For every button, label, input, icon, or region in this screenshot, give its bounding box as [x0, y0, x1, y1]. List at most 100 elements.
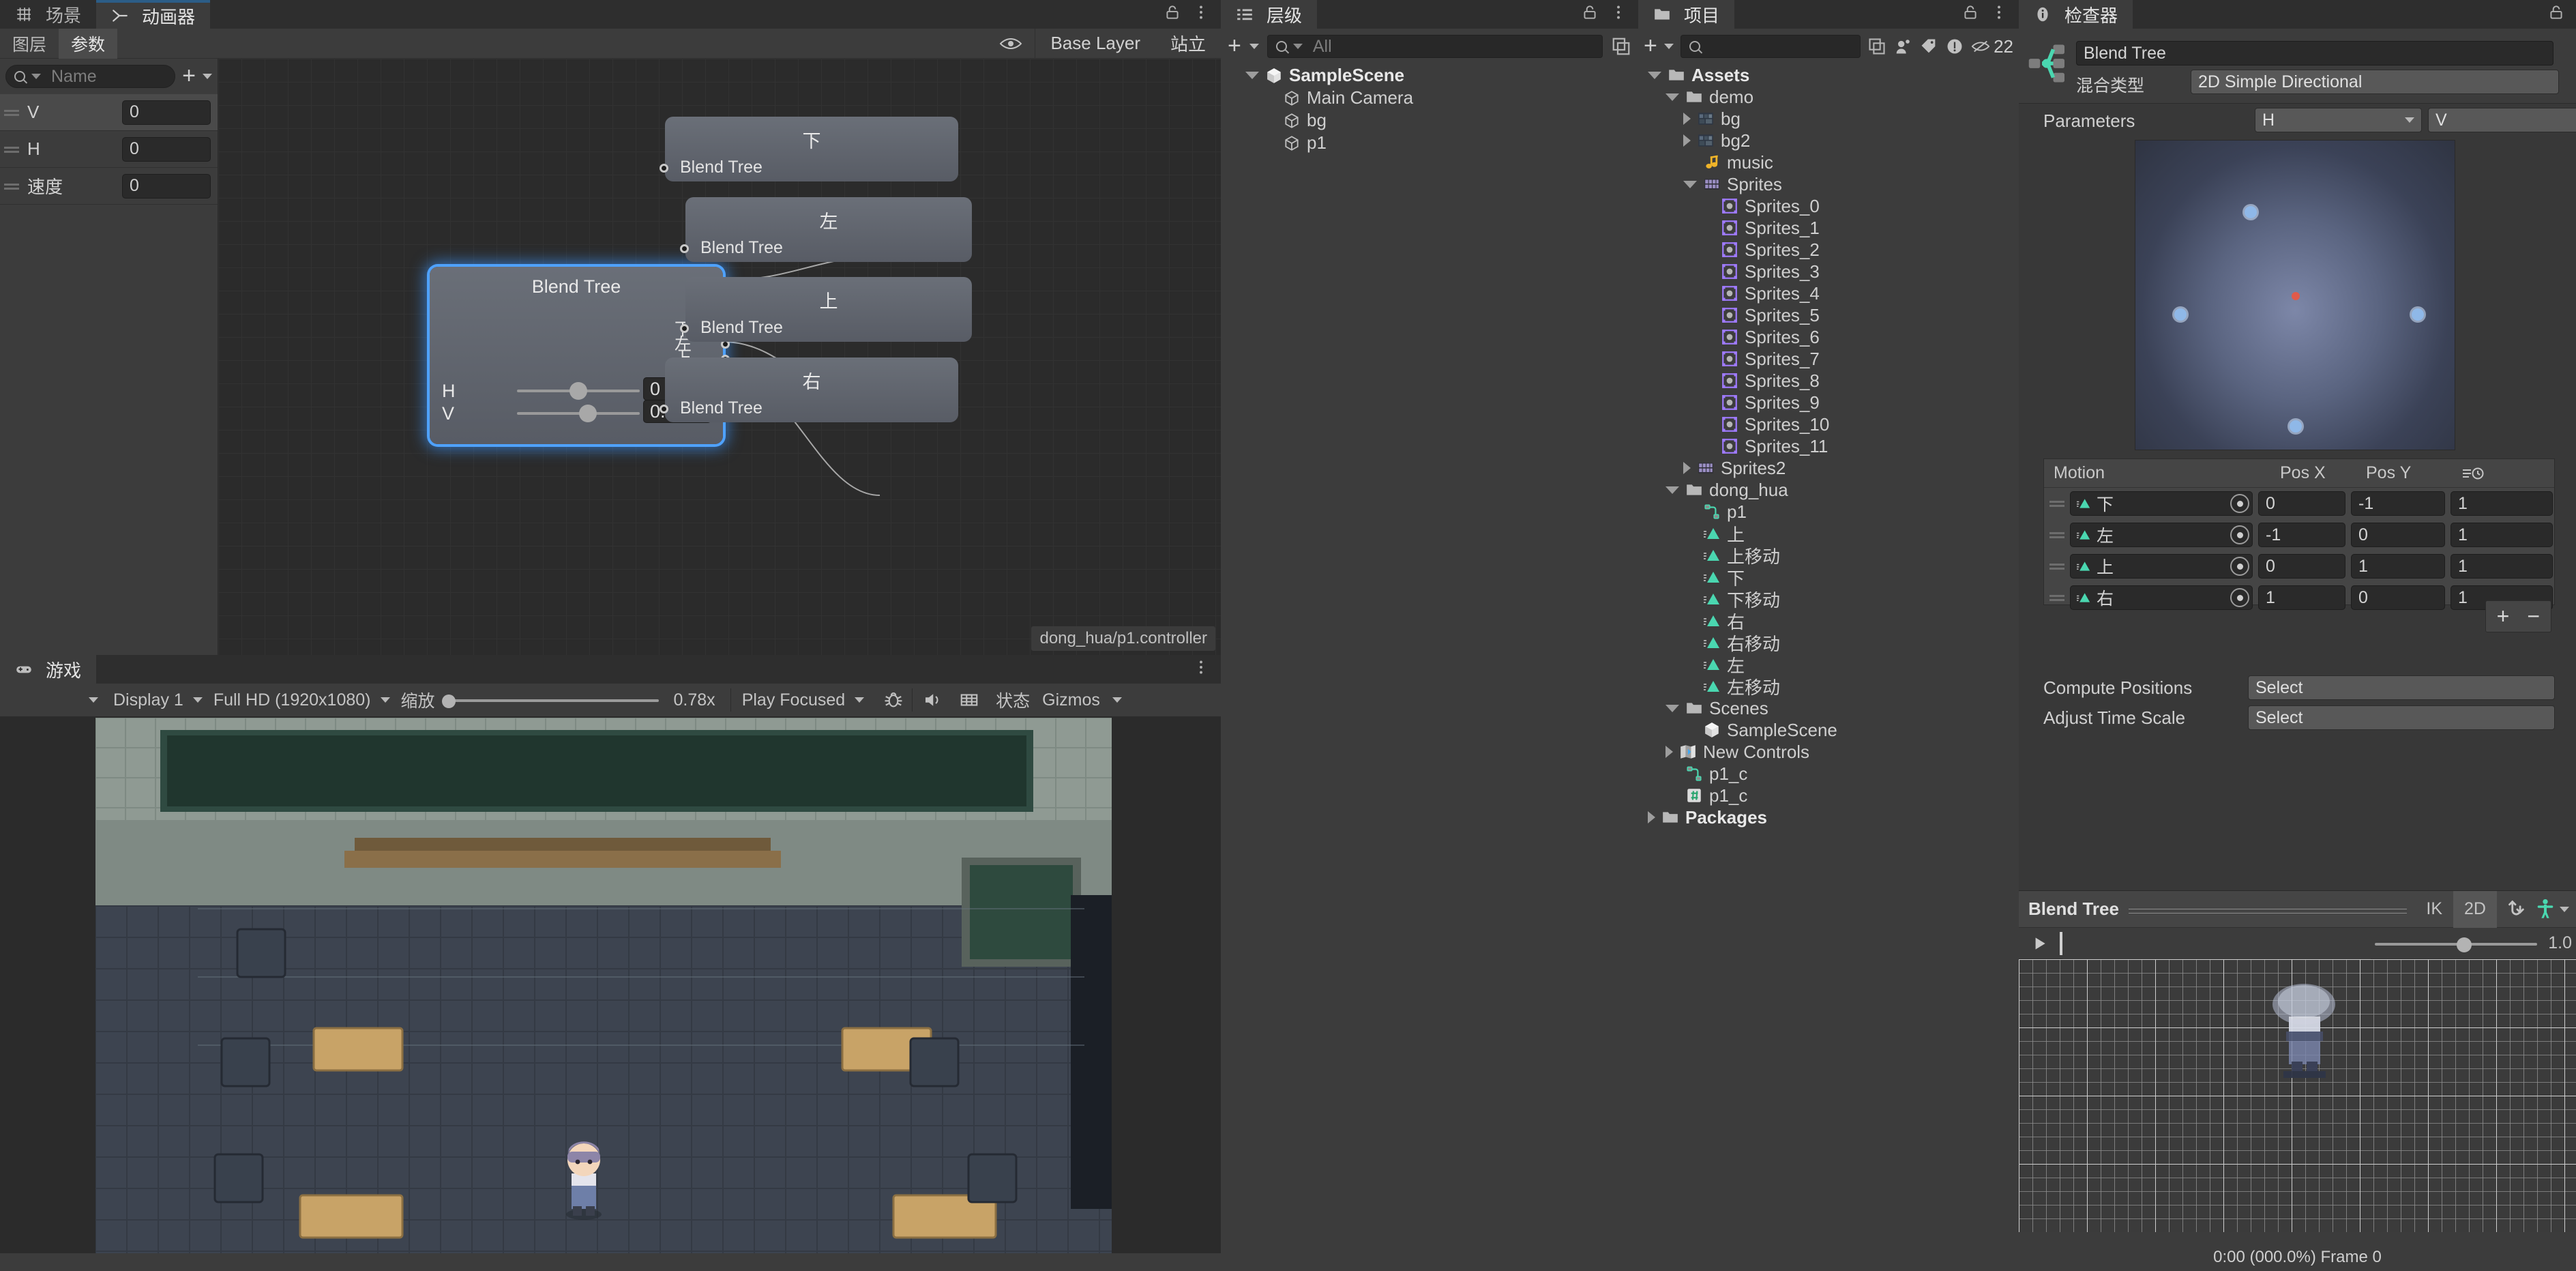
motion-drag-handle-icon[interactable]: [2049, 530, 2064, 540]
object-picker-icon[interactable]: [2230, 525, 2249, 544]
tree-row[interactable]: Packages: [1638, 806, 2019, 828]
blend-tree-child-node[interactable]: 左 Blend Tree: [680, 197, 972, 262]
inspector-lock-icon[interactable]: [2547, 3, 2565, 21]
add-parameter-caret-icon[interactable]: [203, 74, 212, 79]
param-y-dropdown[interactable]: V: [2428, 108, 2576, 132]
project-add-button[interactable]: +: [1644, 34, 1657, 57]
tree-row[interactable]: 右: [1638, 610, 2019, 632]
tab-hierarchy[interactable]: 层级: [1221, 0, 1318, 29]
tree-row[interactable]: SampleScene: [1638, 719, 2019, 741]
collapse-triangle-icon[interactable]: [1683, 113, 1691, 125]
avatar-icon[interactable]: [2534, 898, 2557, 921]
parameter-value-field[interactable]: 0: [122, 136, 211, 162]
motion-posx-field[interactable]: 0: [2258, 491, 2345, 516]
expand-triangle-icon[interactable]: [1665, 486, 1679, 494]
hierarchy-kebab-icon[interactable]: [1610, 3, 1627, 21]
project-kebab-icon[interactable]: [1990, 3, 2008, 21]
play-mode-dropdown[interactable]: Play Focused: [731, 690, 875, 710]
state-breadcrumb-label[interactable]: 站立: [1155, 31, 1221, 56]
motion-row[interactable]: 上 0 1 1: [2044, 551, 2554, 582]
blend-tree-child-node[interactable]: 下 Blend Tree: [660, 117, 958, 181]
motion-timescale-field[interactable]: 1: [2451, 523, 2553, 547]
expand-triangle-icon[interactable]: [1245, 72, 1259, 79]
display-dropdown[interactable]: Display 1: [113, 690, 213, 710]
game-kebab-icon[interactable]: [1192, 658, 1210, 676]
blend-graph-motion-point[interactable]: [2290, 420, 2302, 433]
gizmos-caret-icon[interactable]: [1112, 697, 1122, 703]
tab-inspector[interactable]: 检查器: [2019, 0, 2133, 29]
hierarchy-search-input[interactable]: All: [1267, 35, 1603, 58]
tree-row[interactable]: dong_hua: [1638, 479, 2019, 501]
pivot-icon[interactable]: [2504, 898, 2527, 921]
preview-ik-button[interactable]: IK: [2415, 891, 2453, 928]
tree-row[interactable]: p1: [1638, 501, 2019, 523]
tree-row[interactable]: 左移动: [1638, 675, 2019, 698]
parameter-value-field[interactable]: 0: [122, 173, 211, 199]
animator-graph[interactable]: Blend Tree 下左上右 H 0V 0.18578 下 Blend Tre…: [218, 59, 1221, 655]
drag-handle-icon[interactable]: [4, 108, 19, 117]
motion-drag-handle-icon[interactable]: [2049, 561, 2064, 571]
tree-row[interactable]: bg: [1221, 109, 1638, 132]
avatar-filter-icon[interactable]: [1893, 37, 1912, 56]
resolution-dropdown[interactable]: Full HD (1920x1080): [213, 690, 401, 710]
tree-row[interactable]: 下: [1638, 566, 2019, 589]
motion-posy-field[interactable]: -1: [2351, 491, 2445, 516]
motion-posy-field[interactable]: 0: [2351, 523, 2445, 547]
expand-triangle-icon[interactable]: [1665, 93, 1679, 101]
tree-row[interactable]: Sprites_8: [1638, 370, 2019, 392]
blend-tree-slider-track[interactable]: [517, 412, 640, 415]
hierarchy-tree[interactable]: SampleScene Main Camera bg p1: [1221, 64, 1638, 1271]
hierarchy-lock-icon[interactable]: [1581, 3, 1599, 21]
add-motion-button[interactable]: +: [2497, 604, 2510, 629]
motion-row[interactable]: 左 -1 0 1: [2044, 519, 2554, 551]
remove-motion-button[interactable]: −: [2527, 604, 2540, 629]
project-tree[interactable]: Assets demo bg bg2 music Sprites Sprites_0 Spri…: [1638, 64, 2019, 1271]
param-x-dropdown[interactable]: H: [2255, 108, 2422, 132]
scale-slider[interactable]: [441, 692, 667, 708]
motion-row[interactable]: 下 0 -1 1: [2044, 488, 2554, 519]
tree-row[interactable]: 上: [1638, 523, 2019, 545]
tree-row[interactable]: 左: [1638, 654, 2019, 676]
tab-animator[interactable]: 动画器: [96, 0, 211, 29]
tree-row[interactable]: demo: [1638, 86, 2019, 108]
blend-tree-slider-knob[interactable]: [579, 405, 597, 422]
motion-posx-field[interactable]: 0: [2258, 554, 2345, 579]
frame-icon[interactable]: [959, 690, 979, 710]
tree-row[interactable]: Sprites_11: [1638, 435, 2019, 457]
subtab-parameters[interactable]: 参数: [59, 28, 118, 59]
tree-row[interactable]: Sprites_10: [1638, 413, 2019, 435]
object-picker-icon[interactable]: [2230, 588, 2249, 607]
tree-row[interactable]: Assets: [1638, 64, 2019, 86]
compute-positions-dropdown[interactable]: Select: [2248, 675, 2555, 700]
scale-slider-knob[interactable]: [441, 695, 456, 708]
motion-drag-handle-icon[interactable]: [2049, 593, 2064, 602]
hierarchy-expand-icon[interactable]: [1611, 36, 1631, 57]
blend-graph-motion-point[interactable]: [2245, 205, 2257, 218]
tree-row[interactable]: Sprites_2: [1638, 239, 2019, 261]
preview-2d-button[interactable]: 2D: [2453, 890, 2497, 928]
child-node-input-port[interactable]: [680, 324, 689, 333]
tree-row[interactable]: Sprites: [1638, 173, 2019, 195]
tree-row[interactable]: music: [1638, 151, 2019, 173]
gizmos-button[interactable]: Gizmos: [1039, 690, 1103, 710]
hierarchy-add-caret-icon[interactable]: [1249, 44, 1259, 49]
hidden-assets-filter[interactable]: 22: [1971, 36, 2013, 57]
collapse-triangle-icon[interactable]: [1648, 811, 1655, 823]
drag-handle-icon[interactable]: [4, 145, 19, 154]
blend-graph-cursor-point[interactable]: [2292, 291, 2300, 300]
blend-tree-name-field[interactable]: Blend Tree: [2076, 41, 2553, 65]
child-node-input-port[interactable]: [660, 405, 668, 413]
tab-project[interactable]: 项目: [1638, 0, 1735, 29]
bug-icon[interactable]: [883, 690, 904, 710]
preview-play-button[interactable]: [2019, 935, 2060, 952]
tree-row[interactable]: p1: [1221, 132, 1638, 154]
tree-row[interactable]: 右移动: [1638, 632, 2019, 654]
motion-drag-handle-icon[interactable]: [2049, 499, 2064, 508]
collapse-triangle-icon[interactable]: [1665, 746, 1673, 758]
tree-row[interactable]: p1_c: [1638, 763, 2019, 785]
motion-posy-field[interactable]: 1: [2351, 554, 2445, 579]
project-expand-icon[interactable]: [1867, 37, 1886, 56]
tab-game[interactable]: 游戏: [0, 655, 97, 684]
tree-row[interactable]: bg2: [1638, 130, 2019, 151]
blend-graph-preview[interactable]: [2135, 140, 2455, 450]
